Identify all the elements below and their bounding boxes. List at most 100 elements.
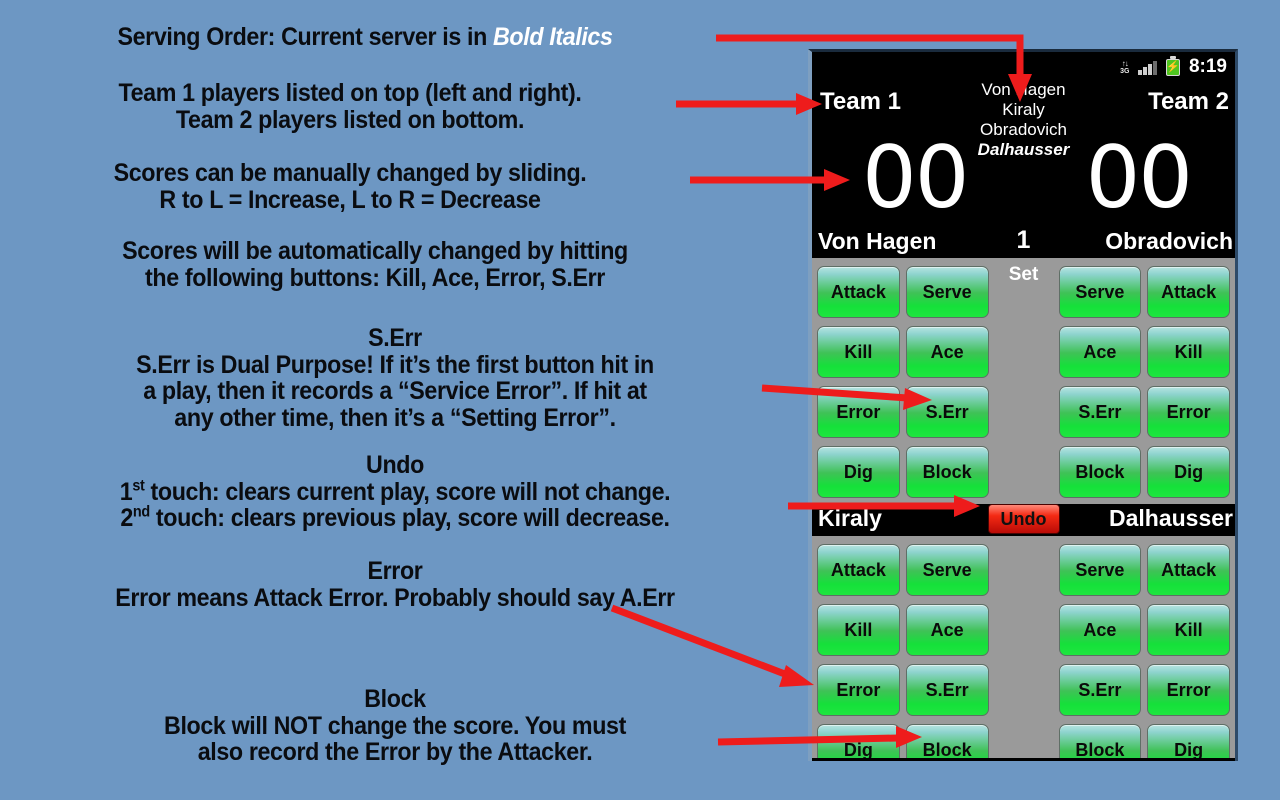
bottom-right-attack-button[interactable]: Attack: [1147, 544, 1230, 596]
bottom-left-player-name: Kiraly: [818, 505, 882, 531]
annotation-undo-suffix-1: st: [132, 477, 145, 495]
annotation-teams-line2: Team 2 players listed on bottom.: [175, 105, 525, 134]
bottom-right-ace-button[interactable]: Ace: [1058, 604, 1142, 656]
bottom-right-kill-button[interactable]: Kill: [1147, 604, 1230, 656]
annotation-error-line1: Error means Attack Error. Probably shoul…: [115, 583, 675, 612]
annotation-serving-prefix: Serving Order: Current server is in: [117, 23, 493, 51]
top-right-kill-button[interactable]: Kill: [1147, 326, 1230, 378]
top-left-player-name: Von Hagen: [818, 228, 937, 254]
status-bar-clock: 8:19: [1188, 56, 1227, 77]
bottom-left-dig-button[interactable]: Dig: [817, 724, 900, 758]
annotation-undo-heading: Undo: [366, 451, 424, 479]
bottom-left-attack-button[interactable]: Attack: [817, 544, 900, 596]
top-right-player-name: Obradovich: [1105, 228, 1233, 254]
top-right-error-button[interactable]: Error: [1147, 386, 1230, 438]
bottom-right-block-button[interactable]: Block: [1058, 724, 1142, 758]
grid-gap: [995, 720, 1053, 758]
bottom-right-player-name: Dalhausser: [1108, 505, 1233, 531]
team1-label: Team 1: [820, 88, 901, 115]
undo-bar: Kiraly Undo Dalhausser: [812, 504, 1235, 536]
annotation-team-positions: Team 1 players listed on top (left and r…: [34, 80, 666, 133]
annotation-block-line2: also record the Error by the Attacker.: [197, 738, 593, 766]
annotation-error: Error Error means Attack Error. Probably…: [28, 558, 763, 611]
score-row: 00 00: [812, 128, 1235, 228]
annotation-serving-order: Serving Order: Current server is in Bold…: [35, 24, 695, 51]
annotation-undo-rest-2: touch: clears previous play, score will …: [149, 504, 670, 532]
top-left-error-button[interactable]: Error: [817, 386, 900, 438]
bottom-right-dig-button[interactable]: Dig: [1147, 724, 1230, 758]
top-right-serr-button[interactable]: S.Err: [1058, 386, 1142, 438]
annotation-block: Block Block will NOT change the score. Y…: [28, 686, 763, 766]
annotation-panel: Serving Order: Current server is in Bold…: [0, 0, 800, 800]
annotation-serving-emphasis: Bold Italics: [492, 23, 613, 51]
battery-charging-icon: ⚡: [1165, 55, 1180, 76]
annotation-undo: Undo 1st touch: clears current play, sco…: [28, 452, 763, 532]
top-player-name-bar: Von Hagen 1 Obradovich: [812, 226, 1235, 258]
set-label: Set: [1008, 264, 1039, 285]
serving-order-item-1: Von Hagen: [981, 80, 1066, 99]
annotation-serr-line3: any other time, then it’s a “Setting Err…: [174, 403, 616, 432]
bottom-right-serve-button[interactable]: Serve: [1058, 544, 1142, 596]
bottom-right-serr-button[interactable]: S.Err: [1058, 664, 1142, 716]
top-left-kill-button[interactable]: Kill: [817, 326, 900, 378]
bottom-left-ace-button[interactable]: Ace: [905, 604, 989, 656]
bottom-left-error-button[interactable]: Error: [817, 664, 900, 716]
bottom-button-grid: Attack Serve Serve Attack Kill Ace Ace K…: [812, 536, 1235, 758]
top-right-dig-button[interactable]: Dig: [1147, 446, 1230, 498]
top-left-attack-button[interactable]: Attack: [817, 266, 900, 318]
network-label: 3G: [1120, 67, 1130, 75]
annotation-undo-suffix-2: nd: [132, 503, 150, 521]
annotation-auto-score: Scores will be automatically changed by …: [36, 238, 715, 291]
annotation-undo-line1: 1st touch: clears current play, score wi…: [28, 477, 763, 506]
phone-screenshot: ↑↓ 3G ⚡ 8:19 Team 1 Team 2 Von Hagen Kir…: [808, 49, 1238, 761]
annotation-serr-line2: a play, then it records a “Service Error…: [143, 377, 647, 405]
team2-score[interactable]: 00: [1086, 128, 1193, 228]
set-number: 1: [1016, 226, 1031, 254]
top-right-ace-button[interactable]: Ace: [1058, 326, 1142, 378]
annotation-auto-line1: Scores will be automatically changed by …: [122, 237, 628, 265]
annotation-serr: S.Err S.Err is Dual Purpose! If it’s the…: [32, 325, 757, 431]
grid-gap: [995, 660, 1053, 720]
battery-bolt-glyph: ⚡: [1166, 60, 1180, 73]
annotation-error-heading: Error: [367, 557, 423, 585]
bottom-left-serr-button[interactable]: S.Err: [905, 664, 989, 716]
top-right-block-button[interactable]: Block: [1058, 446, 1142, 498]
team2-label: Team 2: [1148, 88, 1229, 115]
top-left-serve-button[interactable]: Serve: [905, 266, 989, 318]
grid-gap: [995, 442, 1053, 502]
annotation-block-line1: Block will NOT change the score. You mus…: [164, 711, 626, 740]
annotation-teams-line1: Team 1 players listed on top (left and r…: [118, 79, 582, 107]
top-left-dig-button[interactable]: Dig: [817, 446, 900, 498]
annotation-undo-rest-1: touch: clears current play, score will n…: [144, 477, 671, 506]
app-screen: ↑↓ 3G ⚡ 8:19 Team 1 Team 2 Von Hagen Kir…: [812, 52, 1235, 761]
team1-score[interactable]: 00: [862, 128, 969, 228]
signal-strength-icon: [1138, 60, 1157, 75]
bottom-left-serve-button[interactable]: Serve: [905, 544, 989, 596]
top-button-grid: Attack Serve Set Serve Attack Kill Ace A…: [812, 258, 1235, 504]
serving-order-item-3: Obradovich: [980, 120, 1067, 140]
bottom-right-error-button[interactable]: Error: [1147, 664, 1230, 716]
top-left-block-button[interactable]: Block: [905, 446, 989, 498]
grid-gap: [995, 600, 1053, 660]
grid-gap: [995, 382, 1053, 442]
serving-order-item-2: Kiraly: [1002, 100, 1045, 120]
top-left-ace-button[interactable]: Ace: [905, 326, 989, 378]
top-right-attack-button[interactable]: Attack: [1147, 266, 1230, 318]
data-transfer-arrows-icon: ↑↓: [1121, 58, 1129, 68]
undo-button[interactable]: Undo: [987, 504, 1060, 534]
top-right-serve-button[interactable]: Serve: [1058, 266, 1142, 318]
annotation-manual-line2: R to L = Increase, L to R = Decrease: [159, 185, 541, 214]
top-left-serr-button[interactable]: S.Err: [905, 386, 989, 438]
annotation-auto-line2: the following buttons: Kill, Ace, Error,…: [144, 263, 605, 292]
grid-gap: [995, 540, 1053, 600]
annotation-block-heading: Block: [364, 685, 426, 713]
grid-gap: [995, 322, 1053, 382]
annotation-manual-score: Scores can be manually changed by slidin…: [34, 160, 666, 213]
android-status-bar: ↑↓ 3G ⚡ 8:19: [812, 52, 1235, 82]
network-3g-icon: ↑↓ 3G: [1120, 58, 1130, 75]
annotation-serr-line1: S.Err is Dual Purpose! If it’s the first…: [136, 350, 654, 379]
annotation-undo-ordinal-1: 1: [119, 477, 133, 506]
bottom-left-kill-button[interactable]: Kill: [817, 604, 900, 656]
annotation-manual-line1: Scores can be manually changed by slidin…: [113, 159, 587, 187]
bottom-left-block-button[interactable]: Block: [905, 724, 989, 758]
